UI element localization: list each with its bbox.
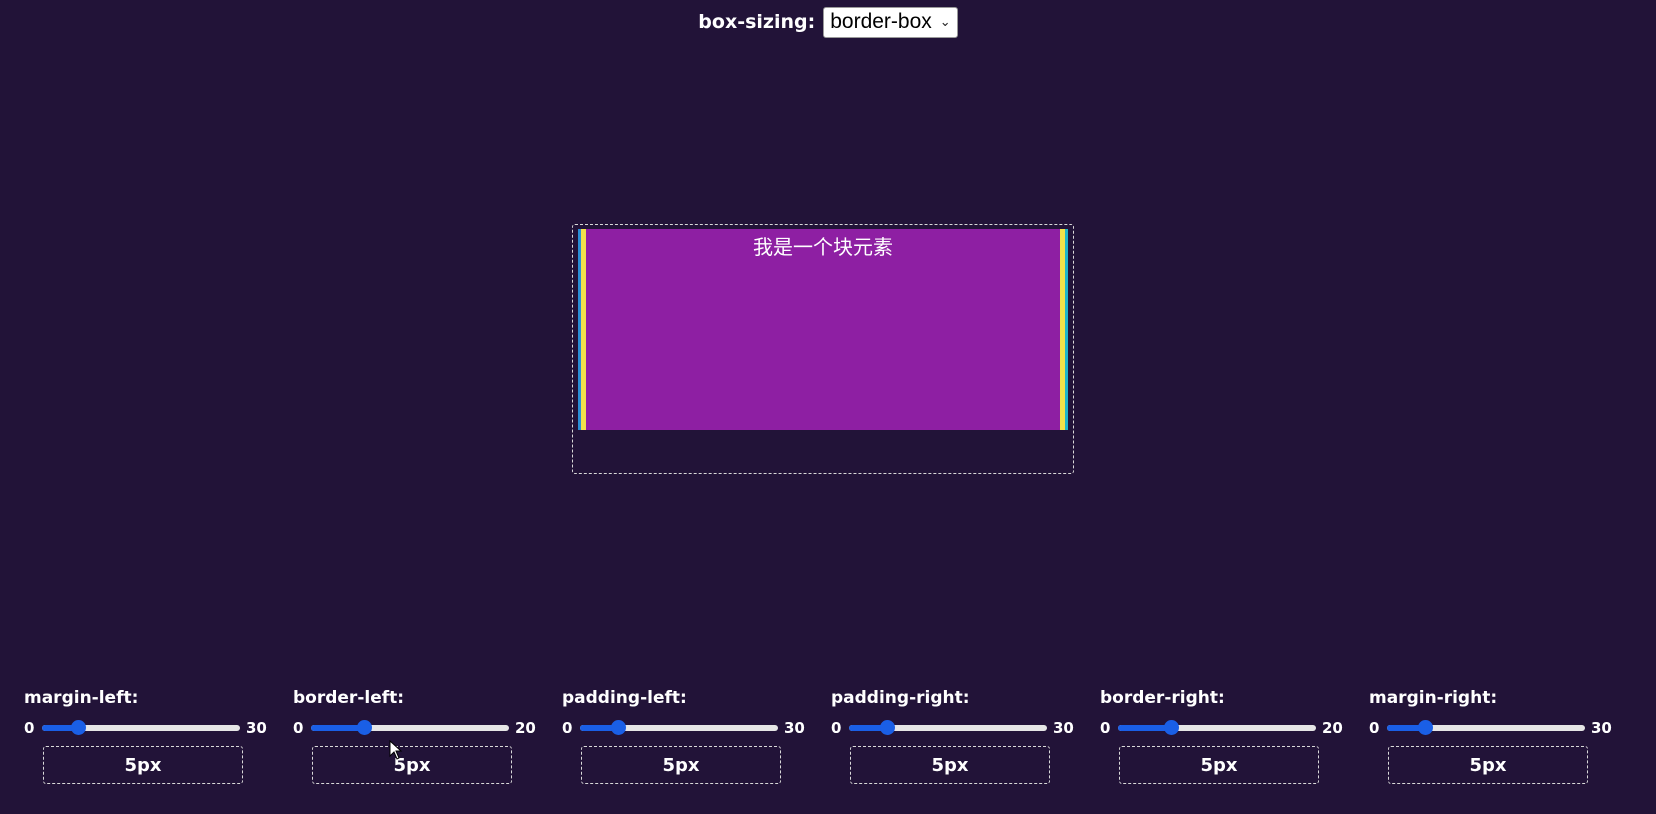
margin-left-slider[interactable]: [42, 720, 240, 735]
margin-left-value: 5px: [43, 746, 243, 784]
slider-row: 0 30: [831, 718, 1077, 738]
range-max: 30: [1591, 719, 1612, 737]
padding-right-slider[interactable]: [849, 720, 1047, 735]
margin-right-value: 5px: [1388, 746, 1588, 784]
control-border-right: border-right: 0 20 5px: [1100, 684, 1346, 784]
range-min: 0: [831, 719, 842, 737]
range-min: 0: [562, 719, 573, 737]
range-max: 30: [1053, 719, 1074, 737]
slider-row: 0 30: [562, 718, 808, 738]
box-sizing-label: box-sizing:: [698, 11, 816, 33]
slider-fill: [1118, 725, 1172, 731]
margin-right-slider[interactable]: [1387, 720, 1585, 735]
slider-thumb[interactable]: [70, 720, 86, 735]
control-label: border-left:: [293, 688, 405, 708]
range-max: 20: [515, 719, 536, 737]
control-padding-right: padding-right: 0 30 5px: [831, 684, 1077, 784]
slider-thumb[interactable]: [1164, 720, 1180, 735]
control-border-left: border-left: 0 20 5px: [293, 684, 539, 784]
border-right-slider[interactable]: [1118, 720, 1316, 735]
slider-fill: [311, 725, 365, 731]
slider-thumb[interactable]: [610, 720, 626, 735]
padding-left-value: 5px: [581, 746, 781, 784]
padding-right-value: 5px: [850, 746, 1050, 784]
control-margin-right: margin-right: 0 30 5px: [1369, 684, 1615, 784]
control-label: margin-right:: [1369, 688, 1498, 708]
slider-row: 0 30: [1369, 718, 1615, 738]
range-min: 0: [1100, 719, 1111, 737]
slider-thumb[interactable]: [879, 720, 895, 735]
box-sizing-select[interactable]: border-box ⌄: [823, 6, 958, 38]
demo-container: 我是一个块元素: [572, 224, 1074, 474]
block-text: 我是一个块元素: [753, 235, 893, 259]
border-left-slider[interactable]: [311, 720, 509, 735]
box-sizing-select-value: border-box: [830, 10, 932, 33]
range-max: 30: [246, 719, 267, 737]
range-min: 0: [293, 719, 304, 737]
slider-row: 0 20: [1100, 718, 1346, 738]
slider-row: 0 30: [24, 718, 270, 738]
controls-panel: margin-left: 0 30 5px border-left: 0 20 …: [24, 684, 1632, 784]
control-margin-left: margin-left: 0 30 5px: [24, 684, 270, 784]
range-min: 0: [1369, 719, 1380, 737]
range-min: 0: [24, 719, 35, 737]
control-label: padding-right:: [831, 688, 970, 708]
border-right-value: 5px: [1119, 746, 1319, 784]
padding-left-slider[interactable]: [580, 720, 778, 735]
slider-row: 0 20: [293, 718, 539, 738]
slider-thumb[interactable]: [357, 720, 373, 735]
border-left-value: 5px: [312, 746, 512, 784]
block-element: 我是一个块元素: [578, 229, 1068, 430]
control-label: border-right:: [1100, 688, 1225, 708]
mouse-cursor-icon: [389, 740, 403, 760]
block-content: 我是一个块元素: [586, 229, 1060, 430]
chevron-down-icon: ⌄: [939, 14, 951, 29]
slider-thumb[interactable]: [1417, 720, 1433, 735]
control-label: padding-left:: [562, 688, 687, 708]
control-label: margin-left:: [24, 688, 139, 708]
control-padding-left: padding-left: 0 30 5px: [562, 684, 808, 784]
range-max: 20: [1322, 719, 1343, 737]
padding-right-stripe: [1065, 229, 1068, 430]
box-sizing-toolbar: box-sizing: border-box ⌄: [0, 6, 1656, 38]
range-max: 30: [784, 719, 805, 737]
